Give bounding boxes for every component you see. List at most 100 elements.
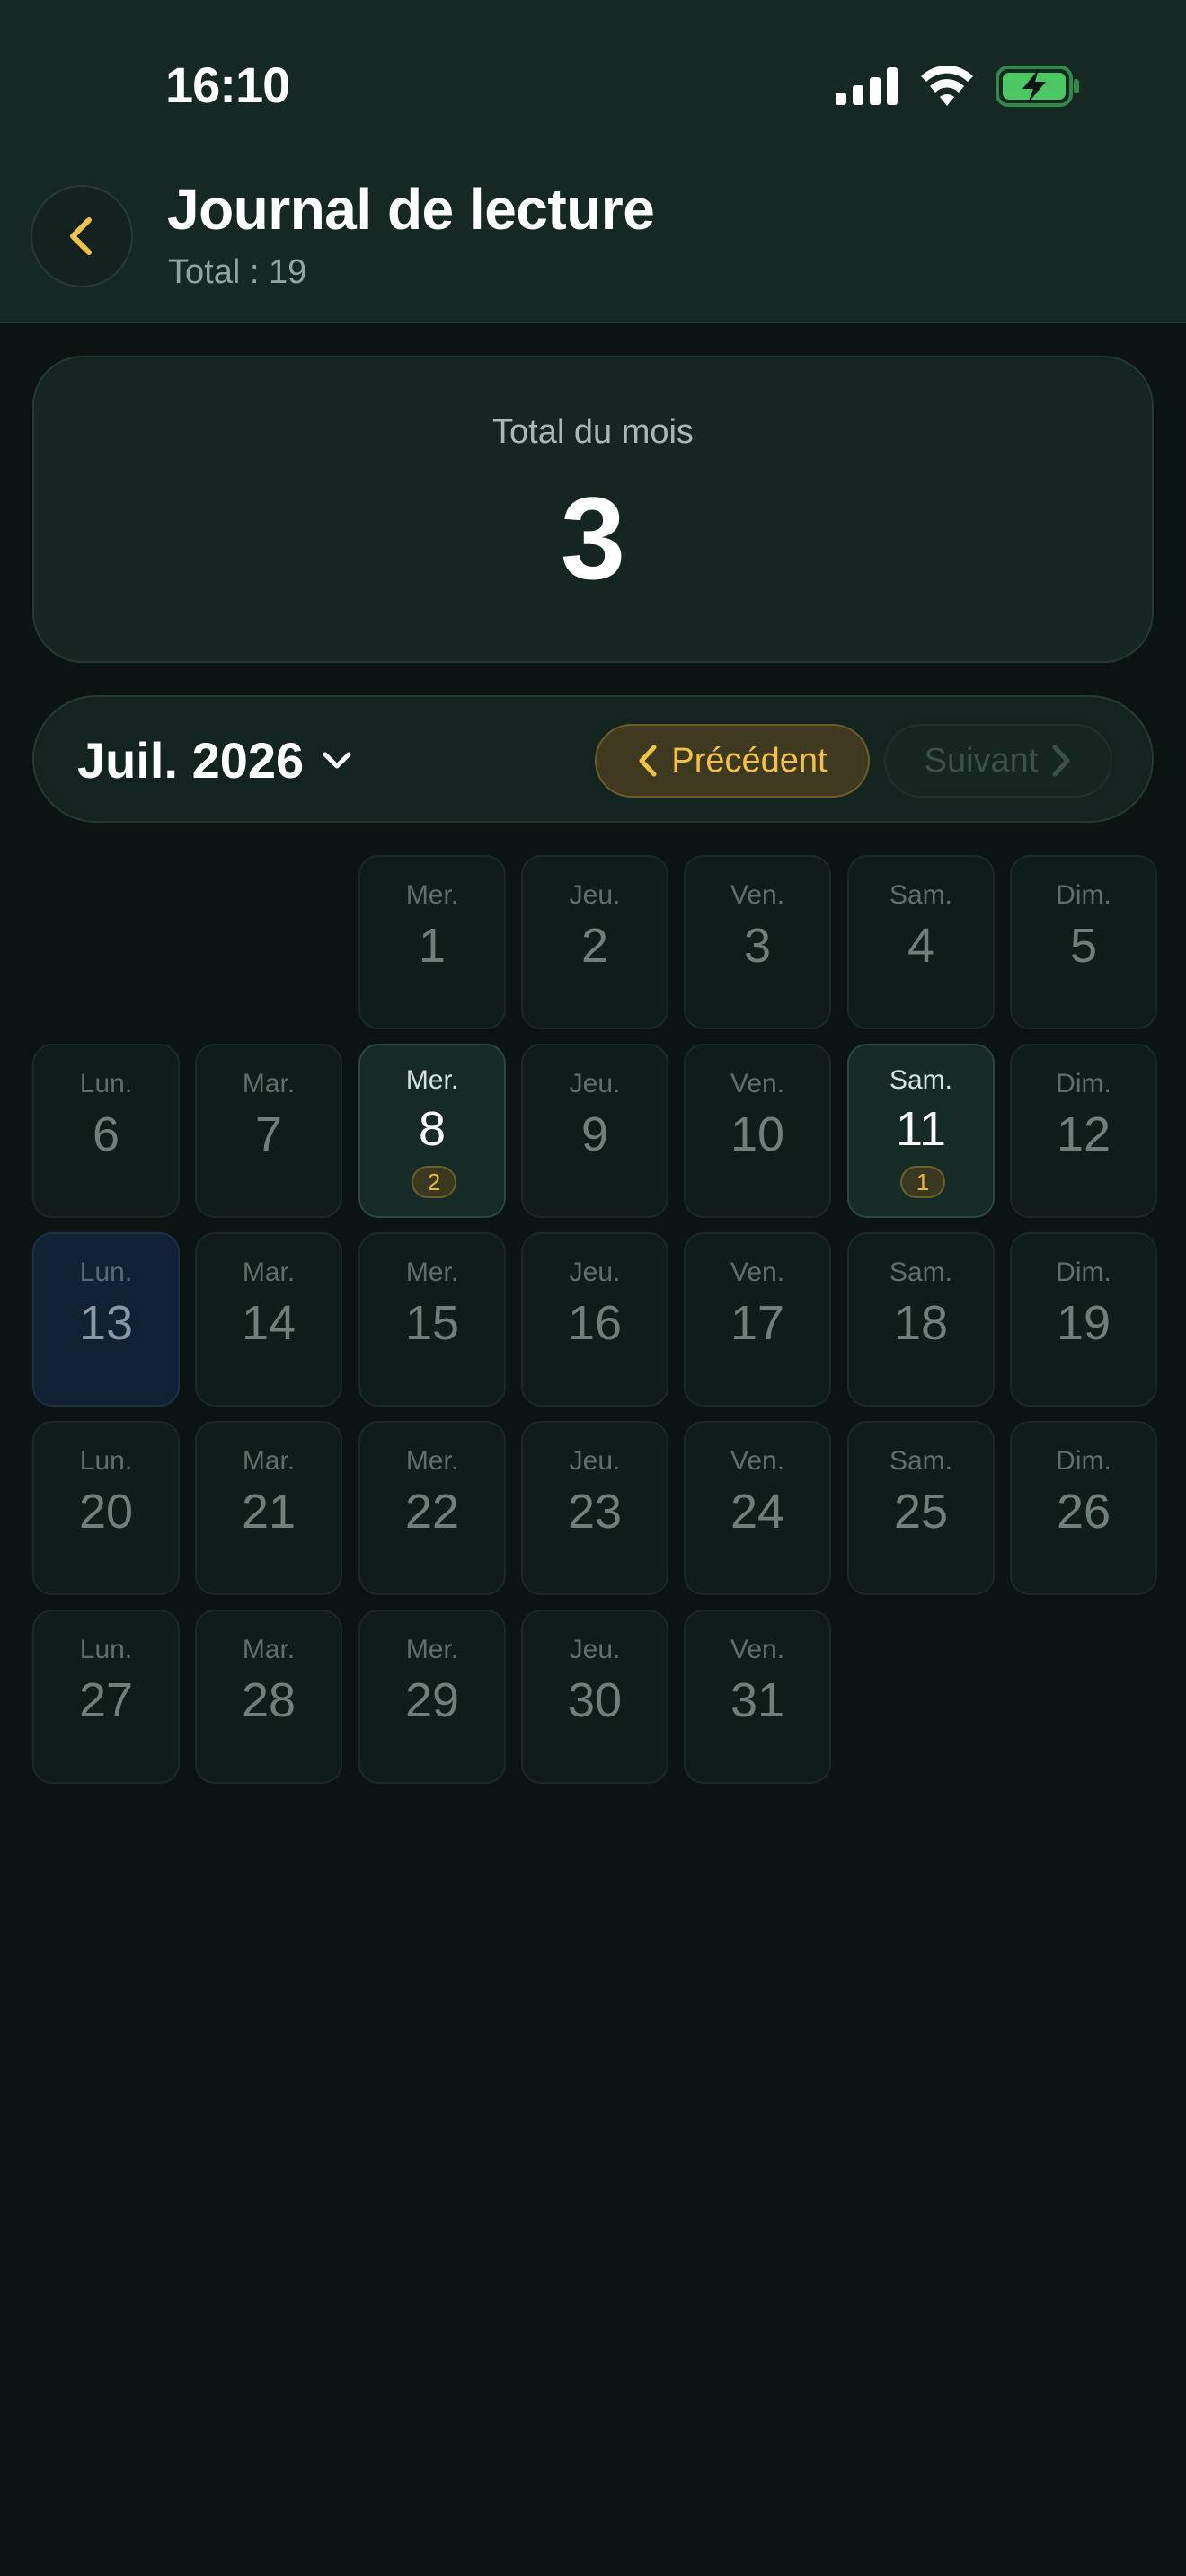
day-number: 16 (567, 1296, 623, 1350)
day-number: 9 (580, 1107, 609, 1161)
status-time: 16:10 (165, 57, 290, 113)
day-number: 27 (78, 1673, 134, 1727)
day-number: 11 (895, 1102, 947, 1156)
next-month-button[interactable]: Suivant (884, 724, 1112, 798)
day-number: 18 (893, 1296, 949, 1350)
calendar-day-11[interactable]: Sam. 11 1 (847, 1044, 995, 1218)
previous-month-button[interactable]: Précédent (595, 724, 870, 798)
reading-count-badge: 1 (900, 1166, 945, 1198)
day-of-week-label: Lun. (79, 1446, 133, 1476)
day-of-week-label: Lun. (79, 1635, 133, 1664)
calendar-day-22[interactable]: Mer. 22 (358, 1421, 506, 1595)
calendar-day-30[interactable]: Jeu. 30 (521, 1610, 668, 1784)
calendar-day-29[interactable]: Mer. 29 (358, 1610, 506, 1784)
calendar-day-6[interactable]: Lun. 6 (32, 1044, 180, 1218)
calendar-day-28[interactable]: Mar. 28 (195, 1610, 342, 1784)
day-number: 24 (730, 1485, 785, 1539)
monthly-total-value: 3 (560, 472, 626, 604)
day-number: 28 (241, 1673, 296, 1727)
calendar-day-27[interactable]: Lun. 27 (32, 1610, 180, 1784)
day-of-week-label: Lun. (79, 1257, 133, 1287)
calendar-day-15[interactable]: Mer. 15 (358, 1232, 506, 1407)
day-of-week-label: Dim. (1056, 880, 1111, 910)
calendar-day-8[interactable]: Mer. 8 2 (358, 1044, 506, 1218)
calendar-day-14[interactable]: Mar. 14 (195, 1232, 342, 1407)
day-of-week-label: Jeu. (569, 880, 621, 910)
day-of-week-label: Mar. (242, 1069, 296, 1098)
next-month-label: Suivant (924, 741, 1039, 780)
day-of-week-label: Sam. (889, 1446, 953, 1476)
calendar-day-17[interactable]: Ven. 17 (684, 1232, 831, 1407)
calendar-day-10[interactable]: Ven. 10 (684, 1044, 831, 1218)
day-number: 15 (404, 1296, 460, 1350)
day-of-week-label: Mar. (242, 1635, 296, 1664)
day-of-week-label: Dim. (1056, 1069, 1111, 1098)
day-number: 21 (241, 1485, 296, 1539)
day-of-week-label: Ven. (730, 1257, 785, 1287)
top-bar: 16:10 Journal de lecture Total : 19 (0, 0, 1186, 323)
day-of-week-label: Jeu. (569, 1635, 621, 1664)
day-of-week-label: Lun. (79, 1069, 133, 1098)
month-selector[interactable]: Juil. 2026 (77, 731, 352, 790)
day-number: 6 (92, 1107, 120, 1161)
day-of-week-label: Jeu. (569, 1257, 621, 1287)
day-number: 13 (78, 1296, 134, 1350)
day-number: 14 (241, 1296, 296, 1350)
month-label: Juil. 2026 (77, 732, 305, 789)
calendar-day-18[interactable]: Sam. 18 (847, 1232, 995, 1407)
day-of-week-label: Mer. (405, 1257, 459, 1287)
calendar-day-20[interactable]: Lun. 20 (32, 1421, 180, 1595)
day-number: 12 (1056, 1107, 1111, 1161)
page-subtitle: Total : 19 (168, 253, 307, 291)
calendar-day-2[interactable]: Jeu. 2 (521, 855, 668, 1029)
calendar-day-12[interactable]: Dim. 12 (1010, 1044, 1157, 1218)
day-of-week-label: Sam. (889, 1257, 953, 1287)
day-number: 8 (418, 1102, 447, 1156)
day-of-week-label: Sam. (889, 880, 953, 910)
calendar-day-25[interactable]: Sam. 25 (847, 1421, 995, 1595)
calendar-day-21[interactable]: Mar. 21 (195, 1421, 342, 1595)
day-number: 10 (730, 1107, 785, 1161)
monthly-total-card: Total du mois 3 (32, 356, 1154, 663)
chevron-right-icon (1052, 745, 1070, 777)
reading-count-badge: 2 (412, 1166, 456, 1198)
day-of-week-label: Dim. (1056, 1257, 1111, 1287)
day-number: 20 (78, 1485, 134, 1539)
day-of-week-label: Mer. (405, 1446, 459, 1476)
calendar-day-9[interactable]: Jeu. 9 (521, 1044, 668, 1218)
chevron-down-icon (323, 752, 351, 768)
day-number: 26 (1056, 1485, 1111, 1539)
calendar-day-26[interactable]: Dim. 26 (1010, 1421, 1157, 1595)
battery-charging-icon (996, 66, 1079, 107)
status-icons (836, 65, 1080, 108)
day-number: 1 (418, 919, 447, 973)
day-number: 3 (743, 919, 772, 973)
calendar-day-3[interactable]: Ven. 3 (684, 855, 831, 1029)
day-number: 4 (907, 919, 935, 973)
back-button[interactable] (31, 185, 133, 287)
day-of-week-label: Ven. (730, 880, 785, 910)
day-number: 22 (404, 1485, 460, 1539)
day-number: 25 (893, 1485, 949, 1539)
day-of-week-label: Ven. (730, 1069, 785, 1098)
calendar-day-4[interactable]: Sam. 4 (847, 855, 995, 1029)
calendar-day-7[interactable]: Mar. 7 (195, 1044, 342, 1218)
calendar-day-1[interactable]: Mer. 1 (358, 855, 506, 1029)
day-of-week-label: Sam. (889, 1065, 953, 1095)
calendar-day-5[interactable]: Dim. 5 (1010, 855, 1157, 1029)
day-of-week-label: Mer. (405, 880, 459, 910)
day-of-week-label: Dim. (1056, 1446, 1111, 1476)
day-of-week-label: Mer. (405, 1065, 459, 1095)
calendar-day-16[interactable]: Jeu. 16 (521, 1232, 668, 1407)
day-number: 29 (404, 1673, 460, 1727)
chevron-left-icon (639, 745, 657, 777)
calendar-day-13[interactable]: Lun. 13 (32, 1232, 180, 1407)
month-navigation: Juil. 2026 Précédent Suivant (32, 695, 1154, 823)
page-title: Journal de lecture (167, 177, 655, 242)
monthly-total-label: Total du mois (492, 413, 694, 451)
calendar-day-23[interactable]: Jeu. 23 (521, 1421, 668, 1595)
calendar-day-24[interactable]: Ven. 24 (684, 1421, 831, 1595)
calendar-day-31[interactable]: Ven. 31 (684, 1610, 831, 1784)
wifi-icon (921, 66, 973, 106)
calendar-day-19[interactable]: Dim. 19 (1010, 1232, 1157, 1407)
